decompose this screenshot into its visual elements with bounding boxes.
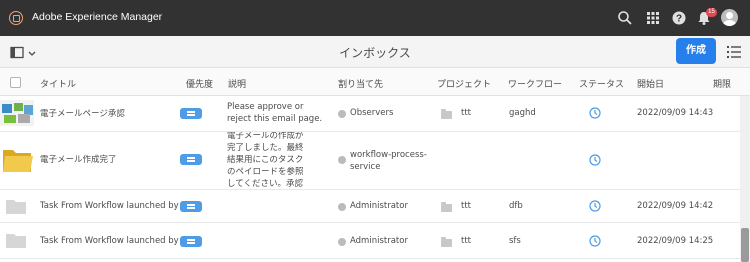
column-header-start-date[interactable]: 開始日 bbox=[637, 77, 664, 90]
select-all-checkbox[interactable] bbox=[10, 77, 21, 88]
status-clock-icon bbox=[589, 200, 601, 212]
table-row[interactable]: 電子メールページ承認 Please approve or reject this… bbox=[0, 96, 740, 132]
notification-count-badge: 15 bbox=[706, 8, 717, 17]
project-folder-icon bbox=[441, 237, 452, 247]
priority-medium-badge bbox=[180, 108, 202, 119]
row-workflow: sfs bbox=[509, 236, 521, 246]
row-assignee: Administrator bbox=[350, 236, 408, 246]
row-title: Task From Workflow launched by ... bbox=[40, 236, 190, 246]
column-header-assignee[interactable]: 割り当て先 bbox=[338, 77, 383, 90]
create-button[interactable]: 作成 bbox=[676, 38, 716, 64]
assignee-status-dot bbox=[338, 203, 346, 211]
list-view-icon[interactable] bbox=[727, 45, 741, 59]
row-title: Task From Workflow launched by ... bbox=[40, 201, 190, 211]
assignee-status-dot bbox=[338, 238, 346, 246]
row-start-date: 2022/09/09 14:42 bbox=[637, 201, 714, 211]
status-clock-icon bbox=[589, 107, 601, 119]
help-icon[interactable]: ? bbox=[671, 10, 687, 26]
row-assignee: Observers bbox=[350, 108, 394, 118]
priority-medium-badge bbox=[180, 201, 202, 212]
column-header-description[interactable]: 説明 bbox=[228, 77, 246, 90]
row-project: ttt bbox=[461, 236, 471, 246]
column-header-project[interactable]: プロジェクト bbox=[437, 77, 491, 90]
row-description: Please approve or reject this email page… bbox=[227, 102, 323, 124]
svg-text:?: ? bbox=[676, 14, 682, 25]
column-header-workflow[interactable]: ワークフロー bbox=[508, 77, 562, 90]
page-title: インボックス bbox=[339, 46, 411, 60]
priority-medium-badge bbox=[180, 236, 202, 247]
column-header-priority[interactable]: 優先度 bbox=[186, 77, 213, 90]
column-header-title[interactable]: タイトル bbox=[40, 77, 76, 90]
row-workflow: dfb bbox=[509, 201, 523, 211]
project-folder-icon bbox=[441, 202, 452, 212]
row-project: ttt bbox=[461, 108, 471, 118]
email-page-thumbnail bbox=[0, 100, 34, 126]
row-title: 電子メール作成完了 bbox=[40, 155, 117, 165]
solutions-grid-icon[interactable] bbox=[645, 10, 661, 26]
app-title[interactable]: Adobe Experience Manager bbox=[32, 11, 162, 23]
task-thumbnail bbox=[6, 234, 26, 248]
table-header: タイトル 優先度 説明 割り当て先 プロジェクト ワークフロー ステータス 開始… bbox=[0, 68, 750, 96]
row-start-date: 2022/09/09 14:25 bbox=[637, 236, 714, 246]
status-clock-icon bbox=[589, 154, 601, 166]
table-row[interactable]: Task From Workflow launched by ... Admin… bbox=[0, 223, 740, 259]
table-row[interactable]: Task From Workflow launched by ... Admin… bbox=[0, 190, 740, 223]
task-thumbnail bbox=[6, 200, 26, 214]
row-description: 電子メールの作成が完了しました。最終結果用にこのタスクのペイロードを参照してくだ… bbox=[227, 132, 304, 188]
row-project: ttt bbox=[461, 201, 471, 211]
priority-medium-badge bbox=[180, 154, 202, 165]
assignee-status-dot bbox=[338, 110, 346, 118]
vertical-scrollbar-thumb[interactable] bbox=[741, 228, 749, 262]
assignee-status-dot bbox=[338, 156, 346, 164]
project-folder-icon bbox=[441, 109, 452, 119]
shell-header: Adobe Experience Manager ? 15 bbox=[0, 0, 750, 36]
search-icon[interactable] bbox=[617, 10, 633, 26]
status-clock-icon bbox=[589, 235, 601, 247]
row-start-date: 2022/09/09 14:43 bbox=[637, 108, 714, 118]
row-workflow: gaghd bbox=[509, 108, 536, 118]
rail-toggle-icon[interactable] bbox=[10, 46, 38, 60]
column-header-status[interactable]: ステータス bbox=[579, 77, 624, 90]
table-row[interactable]: 電子メール作成完了 電子メールの作成が完了しました。最終結果用にこのタスクのペイ… bbox=[0, 132, 740, 190]
aem-logo-icon[interactable] bbox=[9, 11, 23, 25]
row-assignee: workflow-process-service bbox=[350, 150, 427, 172]
action-bar: インボックス 作成 bbox=[0, 36, 750, 68]
user-avatar[interactable] bbox=[721, 9, 738, 26]
column-header-due-date[interactable]: 期限 bbox=[713, 77, 731, 90]
row-assignee: Administrator bbox=[350, 201, 408, 211]
folder-thumbnail bbox=[3, 150, 33, 172]
row-title: 電子メールページ承認 bbox=[40, 109, 125, 119]
